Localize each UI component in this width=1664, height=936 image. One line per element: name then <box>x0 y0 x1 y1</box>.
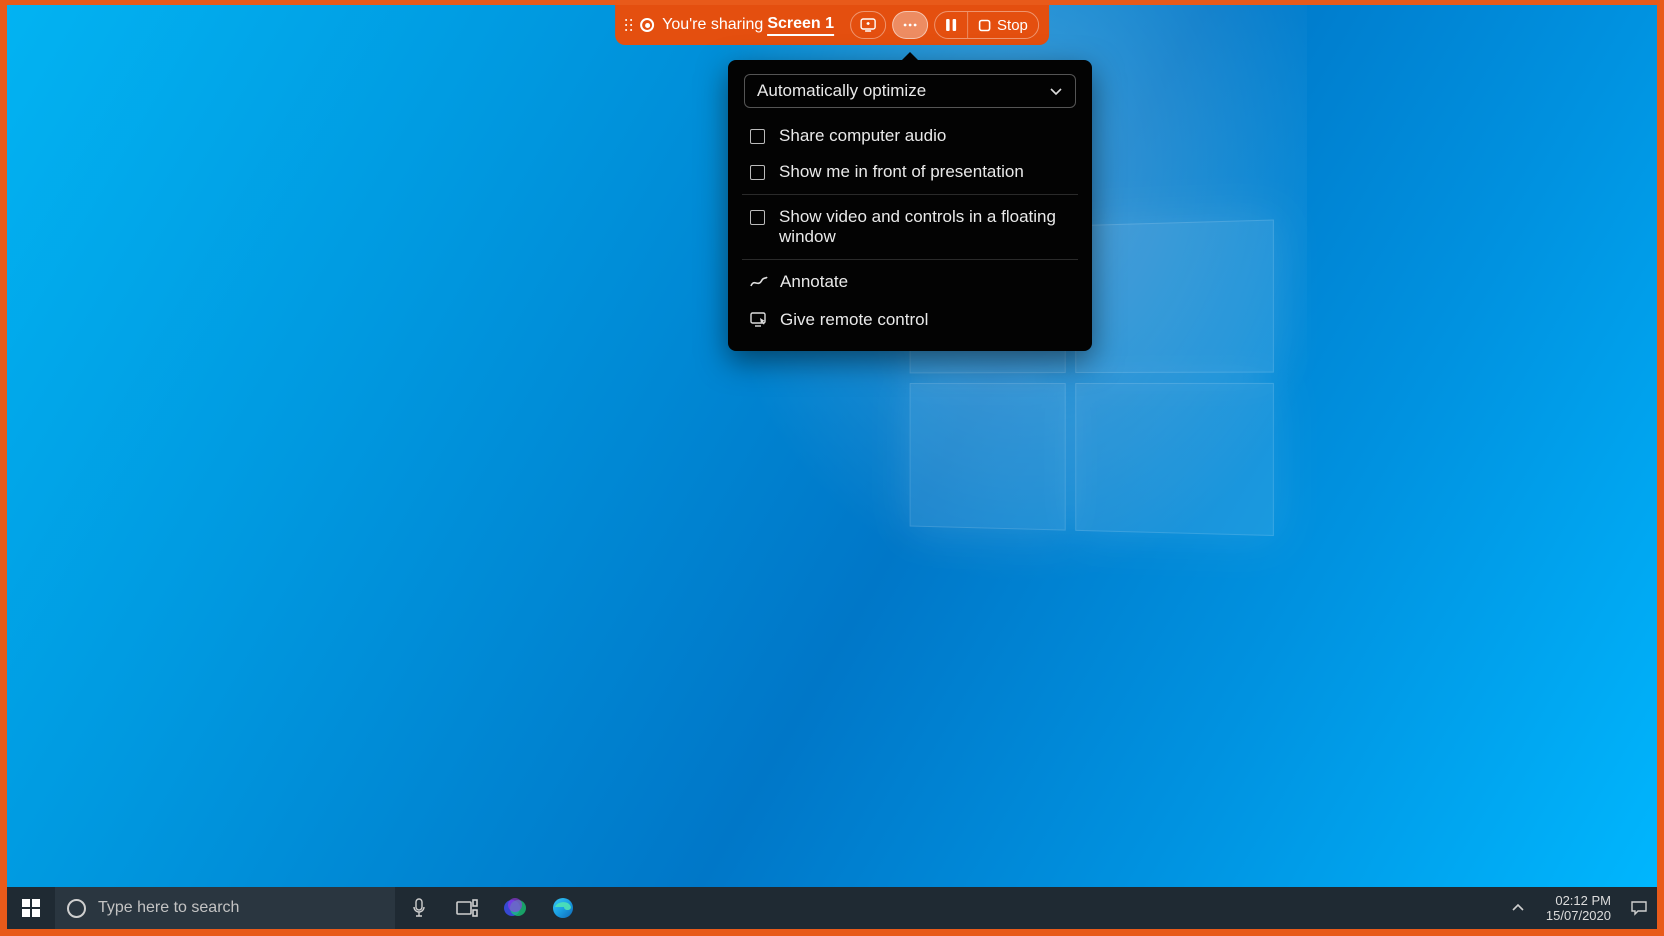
task-view-icon <box>456 899 478 917</box>
screen-selection-link[interactable]: Screen 1 <box>767 15 834 36</box>
system-tray: 02:12 PM 15/07/2020 <box>1500 887 1657 929</box>
floating-window-checkbox[interactable]: Show video and controls in a floating wi… <box>736 199 1084 255</box>
chevron-up-icon <box>1511 903 1525 913</box>
microphone-button[interactable] <box>395 887 443 929</box>
pop-out-button[interactable] <box>850 11 886 39</box>
desktop-background: You're sharing Screen 1 <box>7 5 1657 929</box>
edge-app-button[interactable] <box>539 887 587 929</box>
start-button[interactable] <box>7 887 55 929</box>
show-me-checkbox[interactable]: Show me in front of presentation <box>736 154 1084 190</box>
sharing-status-text: You're sharing <box>662 16 763 34</box>
optimize-dropdown-label: Automatically optimize <box>757 81 926 101</box>
edge-icon <box>552 897 574 919</box>
search-placeholder: Type here to search <box>98 899 239 917</box>
share-audio-label: Share computer audio <box>779 126 946 146</box>
checkbox-icon <box>750 129 765 144</box>
more-options-panel: Automatically optimize Share computer au… <box>728 60 1092 351</box>
show-me-label: Show me in front of presentation <box>779 162 1024 182</box>
notification-icon <box>1630 900 1648 916</box>
pause-stop-group: Stop <box>934 11 1039 39</box>
divider <box>742 259 1078 260</box>
windows-taskbar: Type here to search <box>7 887 1657 929</box>
checkbox-icon <box>750 210 765 225</box>
divider <box>742 194 1078 195</box>
drag-handle-icon[interactable] <box>625 19 632 31</box>
optimize-dropdown[interactable]: Automatically optimize <box>744 74 1076 108</box>
more-options-button[interactable] <box>892 11 928 39</box>
remote-control-menu-item[interactable]: Give remote control <box>736 302 1084 341</box>
microphone-icon <box>412 898 426 918</box>
remote-control-label: Give remote control <box>780 310 928 330</box>
webex-icon <box>503 896 527 920</box>
webex-app-button[interactable] <box>491 887 539 929</box>
recording-indicator-icon <box>640 18 654 32</box>
action-center-button[interactable] <box>1621 887 1657 929</box>
annotate-icon <box>750 274 768 294</box>
floating-window-label: Show video and controls in a floating wi… <box>779 207 1070 247</box>
chevron-down-icon <box>1049 86 1063 96</box>
annotate-menu-item[interactable]: Annotate <box>736 264 1084 302</box>
panel-caret-icon <box>902 52 918 60</box>
share-audio-checkbox[interactable]: Share computer audio <box>736 118 1084 154</box>
annotate-label: Annotate <box>780 272 848 292</box>
taskbar-search-input[interactable]: Type here to search <box>55 887 395 929</box>
stop-sharing-button[interactable]: Stop <box>968 12 1038 38</box>
taskbar-clock[interactable]: 02:12 PM 15/07/2020 <box>1536 893 1621 923</box>
clock-date: 15/07/2020 <box>1546 908 1611 923</box>
stop-label: Stop <box>997 17 1028 34</box>
sharing-toolbar: You're sharing Screen 1 <box>615 5 1049 45</box>
tray-overflow-button[interactable] <box>1500 887 1536 929</box>
task-view-button[interactable] <box>443 887 491 929</box>
pause-sharing-button[interactable] <box>935 12 967 38</box>
remote-control-icon <box>750 312 768 333</box>
clock-time: 02:12 PM <box>1546 893 1611 908</box>
cortana-circle-icon <box>67 899 86 918</box>
checkbox-icon <box>750 165 765 180</box>
windows-icon <box>22 899 40 917</box>
